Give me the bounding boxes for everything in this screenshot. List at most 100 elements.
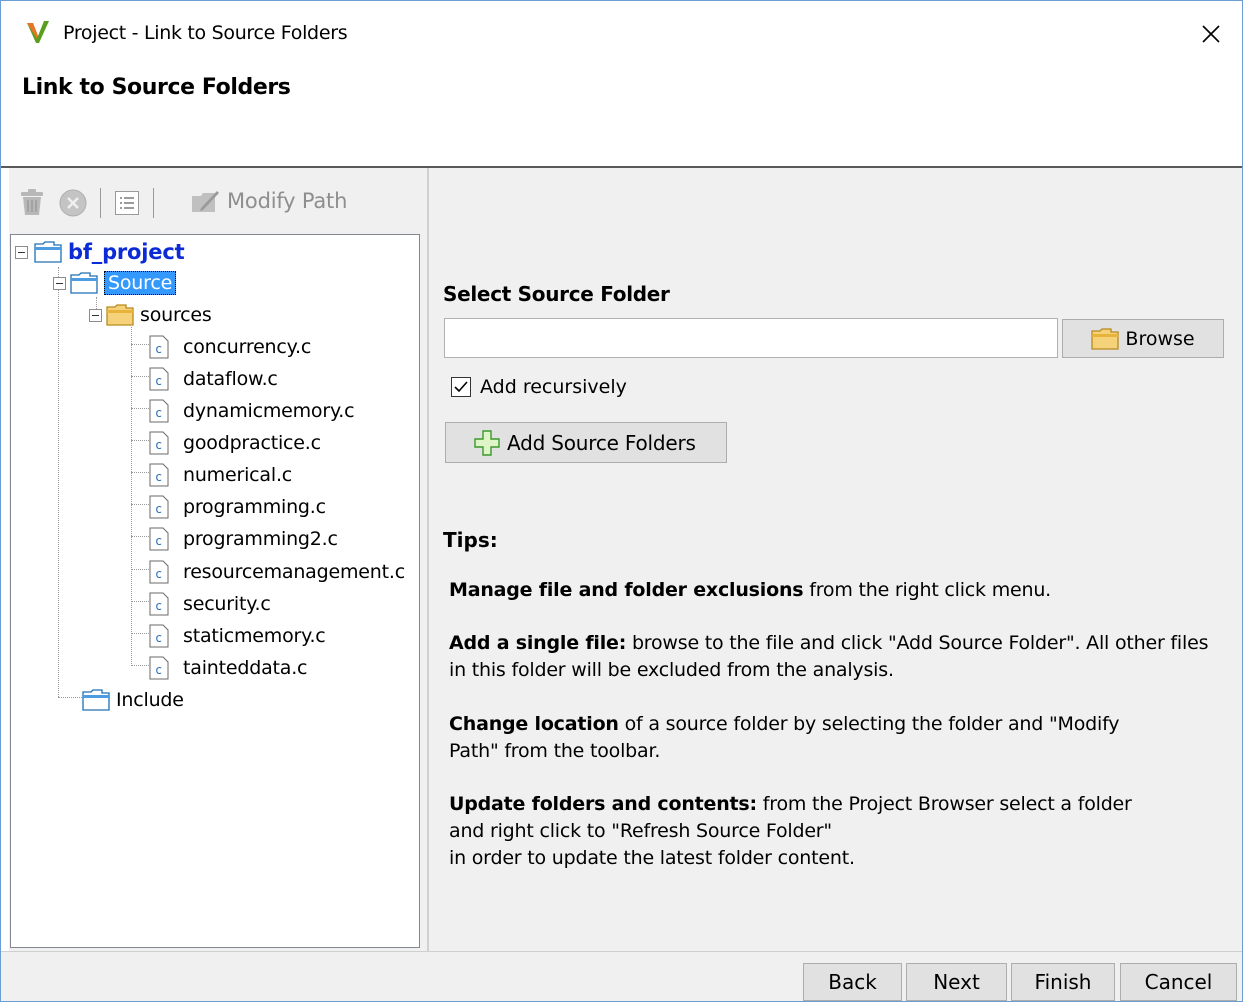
toolbar-separator — [153, 188, 154, 218]
checkbox-box[interactable] — [451, 377, 471, 397]
tip-text: and right click to "Refresh Source Folde… — [449, 820, 832, 842]
add-source-folders-label: Add Source Folders — [507, 430, 696, 455]
browse-button[interactable]: Browse — [1062, 319, 1224, 358]
tree-label-include: Include — [116, 689, 184, 711]
tree-item-include[interactable]: Include — [82, 685, 184, 715]
source-tree[interactable]: bf_project Source sources c concurrency.… — [10, 234, 420, 948]
source-folder-input[interactable] — [444, 318, 1058, 358]
svg-text:c: c — [155, 599, 162, 613]
dialog-footer: Back Next Finish Cancel — [1, 951, 1242, 1001]
tree-label-source: Source — [104, 271, 177, 295]
tree-connector — [131, 633, 149, 634]
tree-connector — [131, 504, 149, 505]
tree-connector — [131, 536, 149, 537]
tree-connector — [131, 472, 149, 473]
tree-connector — [131, 408, 149, 409]
c-file-icon: c — [149, 431, 169, 455]
tree-label-file: numerical.c — [183, 464, 293, 486]
remove-button[interactable] — [57, 187, 89, 219]
tree-item-sources[interactable]: sources — [89, 300, 212, 330]
collapse-icon[interactable] — [53, 276, 66, 290]
svg-text:c: c — [155, 502, 162, 516]
tree-label-file: programming2.c — [183, 528, 338, 550]
folder-icon — [82, 689, 110, 711]
add-source-folders-button[interactable]: Add Source Folders — [445, 422, 727, 463]
delete-button[interactable] — [17, 186, 47, 218]
plus-icon — [474, 429, 500, 456]
modify-path-button[interactable]: Modify Path — [191, 188, 347, 214]
tip-single-file: Add a single file: browse to the file an… — [449, 630, 1229, 684]
page-title: Link to Source Folders — [22, 75, 291, 100]
tree-item-file[interactable]: c programming2.c — [149, 524, 338, 554]
modify-path-icon — [192, 191, 219, 212]
tree-item-file[interactable]: c dynamicmemory.c — [149, 396, 355, 426]
tree-connector — [131, 601, 149, 602]
collapse-icon[interactable] — [15, 245, 28, 259]
tree-item-file[interactable]: c staticmemory.c — [149, 621, 326, 651]
tip-update-folders: Update folders and contents: from the Pr… — [449, 791, 1229, 872]
tree-item-file[interactable]: c goodpractice.c — [149, 428, 321, 458]
collapse-icon[interactable] — [89, 308, 102, 322]
checkmark-icon — [454, 381, 468, 393]
dialog-window: Project - Link to Source Folders Link to… — [0, 0, 1243, 1002]
svg-text:c: c — [155, 534, 162, 548]
tree-item-file[interactable]: c numerical.c — [149, 460, 292, 490]
tree-item-file[interactable]: c programming.c — [149, 492, 326, 522]
tree-item-file[interactable]: c security.c — [149, 589, 271, 619]
select-folder-title: Select Source Folder — [443, 282, 670, 306]
source-folder-panel: Select Source Folder Browse Add recursiv… — [429, 168, 1242, 951]
folder-icon — [70, 272, 98, 294]
tree-connector — [131, 665, 149, 666]
svg-text:c: c — [155, 438, 162, 452]
tip-bold: Change location — [449, 713, 619, 735]
list-button[interactable] — [112, 188, 142, 218]
tree-connector — [131, 440, 149, 441]
tip-bold: Add a single file: — [449, 632, 627, 654]
c-file-icon: c — [149, 399, 169, 423]
tree-connector — [131, 376, 149, 377]
svg-text:c: c — [155, 631, 162, 645]
tree-item-bf-project[interactable]: bf_project — [15, 237, 185, 267]
modify-path-label: Modify Path — [227, 189, 348, 213]
svg-text:c: c — [155, 470, 162, 484]
svg-text:c: c — [155, 374, 162, 388]
title-bar: Project - Link to Source Folders — [1, 1, 1242, 65]
tree-connector — [131, 344, 149, 345]
c-file-icon: c — [149, 560, 169, 584]
tree-connector — [58, 279, 59, 697]
tree-item-file[interactable]: c resourcemanagement.c — [149, 557, 405, 587]
next-button[interactable]: Next — [906, 963, 1007, 1001]
trash-icon — [21, 189, 43, 215]
c-file-icon: c — [149, 367, 169, 391]
c-file-icon: c — [149, 527, 169, 551]
finish-button[interactable]: Finish — [1011, 963, 1115, 1001]
tip-bold: Manage file and folder exclusions — [449, 579, 804, 601]
back-button[interactable]: Back — [803, 963, 902, 1001]
tree-item-file[interactable]: c tainteddata.c — [149, 653, 307, 683]
tree-label-file: security.c — [183, 593, 271, 615]
add-recursively-checkbox[interactable]: Add recursively — [451, 376, 627, 398]
folder-icon — [1091, 327, 1120, 350]
tree-label-file: resourcemanagement.c — [183, 561, 405, 583]
tree-item-file[interactable]: c dataflow.c — [149, 364, 278, 394]
tree-item-file[interactable]: c concurrency.c — [149, 332, 311, 362]
project-folder-icon — [34, 241, 62, 263]
svg-text:c: c — [155, 342, 162, 356]
svg-text:c: c — [155, 567, 162, 581]
tree-connector — [131, 327, 132, 666]
c-file-icon: c — [149, 592, 169, 616]
tree-label-sources: sources — [140, 304, 212, 326]
add-recursively-label: Add recursively — [480, 376, 627, 398]
close-icon — [1202, 25, 1220, 43]
folder-icon — [106, 304, 134, 326]
close-button[interactable] — [1189, 13, 1233, 55]
tree-label-file: programming.c — [183, 496, 326, 518]
tree-label-file: concurrency.c — [183, 336, 312, 358]
tip-text: in order to update the latest folder con… — [449, 847, 855, 869]
tips-title: Tips: — [443, 528, 498, 552]
browse-label: Browse — [1125, 327, 1195, 350]
cancel-button[interactable]: Cancel — [1120, 963, 1237, 1001]
tree-item-source[interactable]: Source — [53, 268, 177, 298]
tree-label-root: bf_project — [68, 240, 185, 264]
tree-label-file: staticmemory.c — [183, 625, 326, 647]
